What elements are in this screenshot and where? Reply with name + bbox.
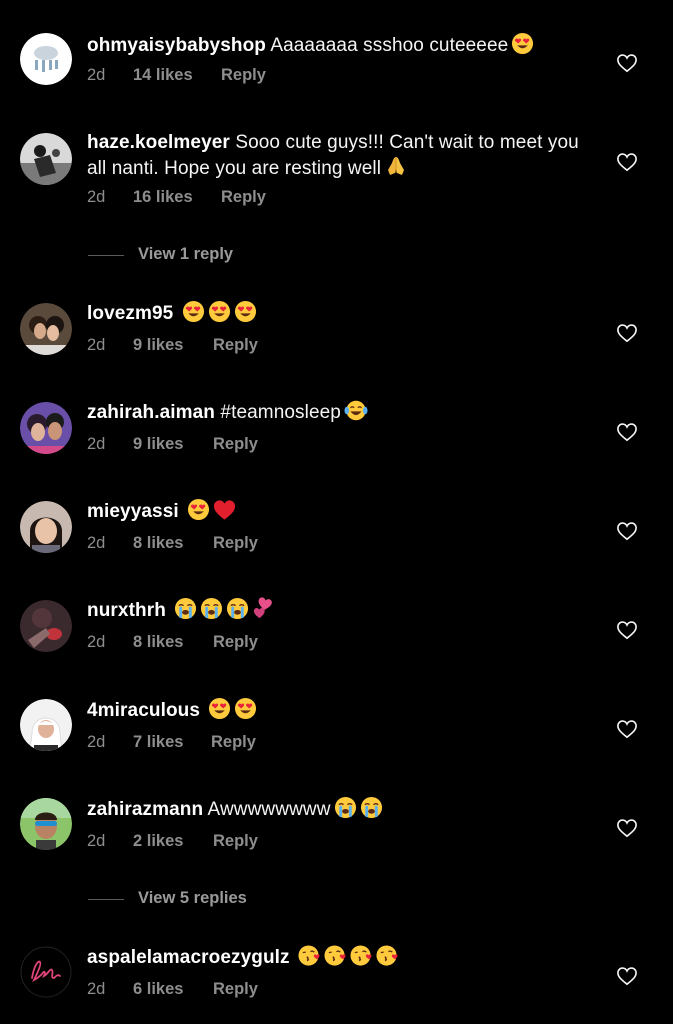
comment-text: zahirazmann Awwwwwwww [87,796,587,825]
loudly-crying-emoji-icon [334,796,357,825]
view-replies-button[interactable]: View 1 reply [88,245,288,265]
comment-username[interactable]: haze.koelmeyer [87,132,230,153]
reply-button[interactable]: Reply [221,188,266,207]
comment-text: nurxthrh [87,597,587,626]
loudly-crying-emoji-icon [174,597,197,626]
heart-outline-icon[interactable] [616,323,638,343]
tears-of-joy-emoji-icon [344,399,368,428]
comment-time: 2d [87,832,106,850]
comment-text: haze.koelmeyer Sooo cute guys!!! Can't w… [87,131,587,184]
reply-button[interactable]: Reply [213,980,258,999]
folded-hands-emoji-icon [384,154,408,184]
comment-time: 2d [87,66,106,84]
avatar[interactable] [20,798,72,850]
avatar[interactable] [20,303,72,355]
comment-text: mieyyassi [87,498,587,527]
comment-text: ohmyaisybabyshop Aaaaaaaa ssshoo cuteeee… [87,32,587,61]
heart-eyes-emoji-icon [208,697,231,726]
reply-button[interactable]: Reply [213,633,258,652]
kissing-heart-emoji-icon [298,944,321,973]
divider [88,899,124,900]
red-heart-emoji-icon [213,499,236,527]
avatar[interactable] [20,946,72,998]
comment-time: 2d [87,336,106,354]
heart-outline-icon[interactable] [616,620,638,640]
heart-outline-icon[interactable] [616,966,638,986]
comment-body: #teamnosleep [220,402,341,423]
reply-button[interactable]: Reply [211,733,256,752]
kissing-heart-emoji-icon [350,944,373,973]
avatar[interactable] [20,600,72,652]
heart-eyes-emoji-icon [511,32,534,61]
likes-count[interactable]: 9 likes [133,336,183,355]
kissing-heart-emoji-icon [376,944,399,973]
likes-count[interactable]: 14 likes [133,66,193,85]
comment-time: 2d [87,733,106,751]
comment-time: 2d [87,980,106,998]
comment-text: zahirah.aiman #teamnosleep [87,399,587,428]
comment-username[interactable]: ohmyaisybabyshop [87,35,266,56]
reply-button[interactable]: Reply [213,336,258,355]
view-replies-button[interactable]: View 5 replies [88,889,288,909]
avatar[interactable] [20,33,72,85]
reply-button[interactable]: Reply [221,66,266,85]
likes-count[interactable]: 6 likes [133,980,183,999]
comment-text: 4miraculous [87,697,587,726]
reply-button[interactable]: Reply [213,534,258,553]
comment-body: Aaaaaaaa ssshoo cuteeeee [270,35,509,56]
heart-eyes-emoji-icon [208,300,231,329]
reply-button[interactable]: Reply [213,435,258,454]
comment-username[interactable]: lovezm95 [87,303,173,324]
comment-username[interactable]: zahirazmann [87,799,203,820]
heart-outline-icon[interactable] [616,521,638,541]
kissing-heart-emoji-icon [324,944,347,973]
comment-time: 2d [87,633,106,651]
heart-outline-icon[interactable] [616,152,638,172]
likes-count[interactable]: 8 likes [133,534,183,553]
avatar[interactable] [20,699,72,751]
likes-count[interactable]: 2 likes [133,832,183,851]
comment-text: lovezm95 [87,300,587,329]
heart-eyes-emoji-icon [182,300,205,329]
loudly-crying-emoji-icon [226,597,249,626]
comment-text: aspalelamacroezygulz [87,944,587,973]
loudly-crying-emoji-icon [360,796,383,825]
heart-outline-icon[interactable] [616,422,638,442]
likes-count[interactable]: 16 likes [133,188,193,207]
comment-time: 2d [87,534,106,552]
avatar[interactable] [20,133,72,185]
avatar[interactable] [20,402,72,454]
likes-count[interactable]: 9 likes [133,435,183,454]
heart-eyes-emoji-icon [234,300,257,329]
heart-outline-icon[interactable] [616,719,638,739]
comment-username[interactable]: mieyyassi [87,501,179,522]
two-hearts-emoji-icon [252,597,275,626]
likes-count[interactable]: 7 likes [133,733,183,752]
view-replies-label: View 5 replies [138,889,247,907]
comment-username[interactable]: aspalelamacroezygulz [87,947,290,968]
divider [88,255,124,256]
avatar[interactable] [20,501,72,553]
loudly-crying-emoji-icon [200,597,223,626]
likes-count[interactable]: 8 likes [133,633,183,652]
comment-time: 2d [87,435,106,453]
comment-body: Awwwwwwww [207,799,331,820]
comment-username[interactable]: 4miraculous [87,700,200,721]
heart-eyes-emoji-icon [187,498,210,527]
heart-outline-icon[interactable] [616,53,638,73]
heart-outline-icon[interactable] [616,818,638,838]
comment-username[interactable]: zahirah.aiman [87,402,215,423]
heart-eyes-emoji-icon [234,697,257,726]
comment-username[interactable]: nurxthrh [87,600,166,621]
comment-time: 2d [87,188,106,206]
reply-button[interactable]: Reply [213,832,258,851]
view-replies-label: View 1 reply [138,245,234,263]
